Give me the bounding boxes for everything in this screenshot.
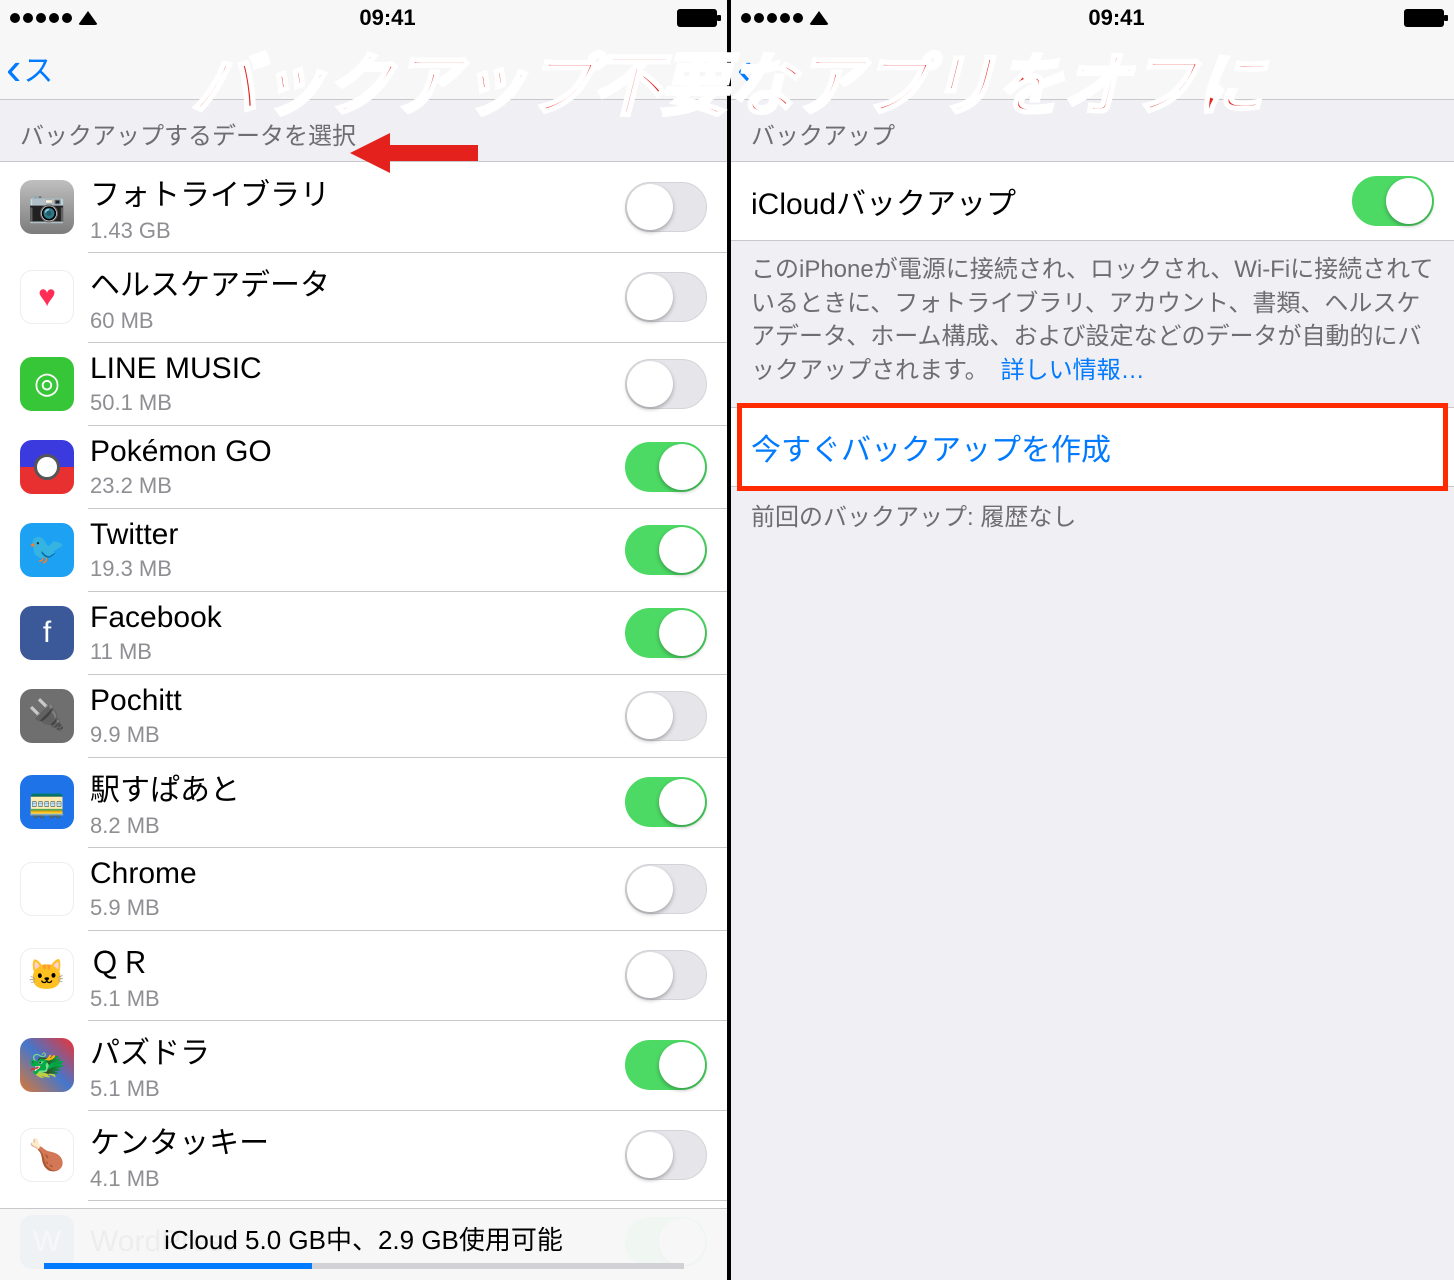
app-icon: 📷 [20, 180, 74, 234]
backup-description: このiPhoneが電源に接続され、ロックされ、Wi-Fiに接続されているときに、… [731, 241, 1454, 407]
app-name: フォトライブラリ [90, 170, 625, 214]
app-row[interactable]: ◎ LINE MUSIC 50.1 MB [0, 342, 727, 425]
app-name: ヘルスケアデータ [90, 260, 625, 304]
app-row[interactable]: 🐲 パズドラ 5.1 MB [0, 1020, 727, 1110]
app-size: 11 MB [90, 639, 625, 665]
app-size: 1.43 GB [90, 218, 625, 244]
icloud-backup-row[interactable]: iCloudバックアップ [731, 161, 1454, 241]
section-header-backup: バックアップ [731, 100, 1454, 161]
app-row[interactable]: ♥ ヘルスケアデータ 60 MB [0, 252, 727, 342]
back-button[interactable]: ‹ [737, 45, 754, 91]
app-backup-switch[interactable] [625, 1130, 707, 1180]
app-size: 19.3 MB [90, 556, 625, 582]
app-backup-switch[interactable] [625, 359, 707, 409]
more-info-link[interactable]: 詳しい情報… [1001, 357, 1145, 384]
app-size: 9.9 MB [90, 722, 625, 748]
app-size: 8.2 MB [90, 813, 625, 839]
app-name: ＱＲ [90, 938, 625, 982]
last-backup-label: 前回のバックアップ: 履歴なし [731, 487, 1454, 555]
clock: 09:41 [1088, 5, 1144, 31]
chevron-left-icon: ‹ [6, 45, 21, 91]
signal-dots-icon [741, 13, 803, 23]
nav-bar: ‹ [731, 36, 1454, 100]
app-name: Pokémon GO [90, 435, 625, 469]
app-icon: f [20, 606, 74, 660]
app-backup-switch[interactable] [625, 777, 707, 827]
app-icon: 🐦 [20, 523, 74, 577]
app-row[interactable]: 🐱 ＱＲ 5.1 MB [0, 930, 727, 1020]
storage-text: iCloud 5.0 GB中、2.9 GB使用可能 [164, 1220, 563, 1257]
battery-icon [677, 9, 717, 27]
app-name: Facebook [90, 601, 625, 635]
battery-icon [1404, 9, 1444, 27]
app-name: パズドラ [90, 1028, 625, 1072]
app-name: ケンタッキー [90, 1118, 625, 1162]
wifi-icon [78, 11, 98, 25]
app-name: 駅すぱあと [90, 765, 625, 809]
icloud-backup-switch[interactable] [1352, 176, 1434, 226]
app-icon [20, 440, 74, 494]
status-bar: 09:41 [0, 0, 727, 36]
clock: 09:41 [359, 5, 415, 31]
app-size: 4.1 MB [90, 1166, 625, 1192]
app-backup-switch[interactable] [625, 272, 707, 322]
app-list[interactable]: バックアップするデータを選択 📷 フォトライブラリ 1.43 GB ♥ ヘルスケアデータ… [0, 100, 727, 1280]
app-row[interactable]: f Facebook 11 MB [0, 591, 727, 674]
app-icon: 🚃 [20, 775, 74, 829]
app-name: Pochitt [90, 684, 625, 718]
app-backup-switch[interactable] [625, 525, 707, 575]
app-row[interactable]: 🐦 Twitter 19.3 MB [0, 508, 727, 591]
app-name: LINE MUSIC [90, 352, 625, 386]
app-row[interactable]: 📷 フォトライブラリ 1.43 GB [0, 162, 727, 252]
app-backup-switch[interactable] [625, 182, 707, 232]
app-row[interactable]: 🚃 駅すぱあと 8.2 MB [0, 757, 727, 847]
app-backup-switch[interactable] [625, 691, 707, 741]
app-row[interactable]: 🔌 Pochitt 9.9 MB [0, 674, 727, 757]
backup-now-button[interactable]: 今すぐバックアップを作成 [731, 407, 1454, 487]
app-backup-switch[interactable] [625, 1040, 707, 1090]
signal-dots-icon [10, 13, 72, 23]
app-size: 23.2 MB [90, 473, 625, 499]
app-backup-switch[interactable] [625, 864, 707, 914]
app-backup-switch[interactable] [625, 608, 707, 658]
app-icon: 🔌 [20, 689, 74, 743]
app-backup-switch[interactable] [625, 442, 707, 492]
app-backup-switch[interactable] [625, 950, 707, 1000]
app-icon: 🐲 [20, 1038, 74, 1092]
app-size: 50.1 MB [90, 390, 625, 416]
storage-footer: iCloud 5.0 GB中、2.9 GB使用可能 [0, 1208, 727, 1280]
wifi-icon [809, 11, 829, 25]
app-name: Chrome [90, 857, 625, 891]
app-row[interactable]: Pokémon GO 23.2 MB [0, 425, 727, 508]
status-bar: 09:41 [731, 0, 1454, 36]
icloud-backup-label: iCloudバックアップ [751, 179, 1016, 223]
screen-left: 09:41 ‹ ス バックアップするデータを選択 📷 フォトライブラリ 1.43 G… [0, 0, 727, 1280]
app-icon: ◉ [20, 862, 74, 916]
app-icon: 🐱 [20, 948, 74, 1002]
back-button[interactable]: ‹ ス [6, 45, 53, 91]
section-header: バックアップするデータを選択 [0, 100, 727, 161]
back-label: ス [23, 46, 53, 90]
app-row[interactable]: ◉ Chrome 5.9 MB [0, 847, 727, 930]
app-size: 5.9 MB [90, 895, 625, 921]
app-row[interactable]: 🍗 ケンタッキー 4.1 MB [0, 1110, 727, 1200]
app-size: 5.1 MB [90, 986, 625, 1012]
app-name: Twitter [90, 518, 625, 552]
screen-right: 09:41 ‹ バックアップ iCloudバックアップ このiPhoneが電源に… [727, 0, 1454, 1280]
app-size: 60 MB [90, 308, 625, 334]
app-icon: 🍗 [20, 1128, 74, 1182]
storage-meter [44, 1263, 684, 1269]
chevron-left-icon: ‹ [737, 45, 752, 91]
app-icon: ♥ [20, 270, 74, 324]
app-size: 5.1 MB [90, 1076, 625, 1102]
nav-bar: ‹ ス [0, 36, 727, 100]
app-icon: ◎ [20, 357, 74, 411]
